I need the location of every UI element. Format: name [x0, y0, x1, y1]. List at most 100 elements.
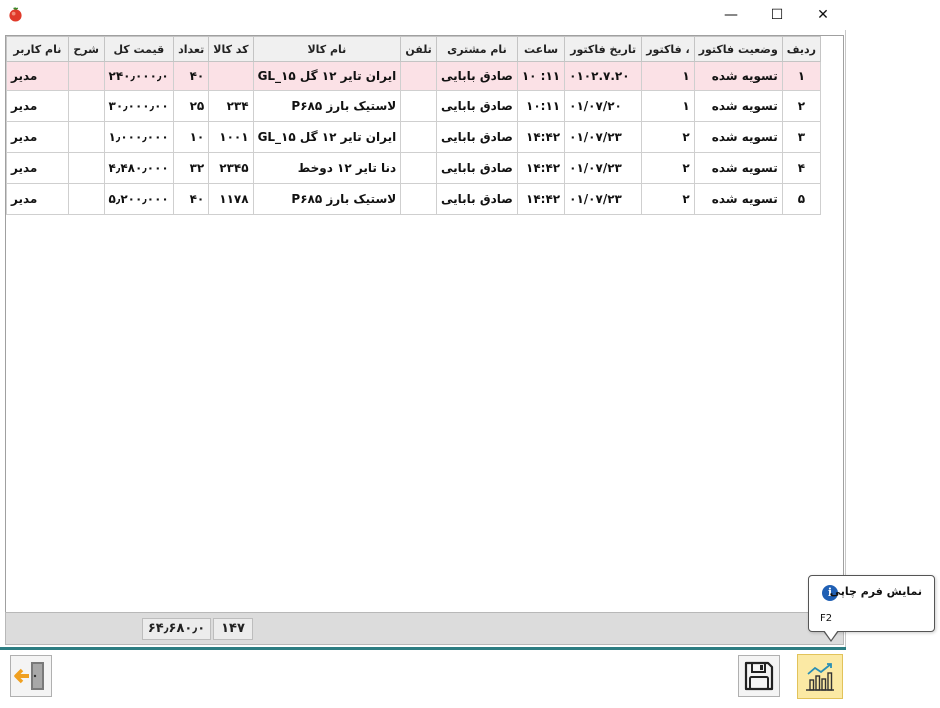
cell-user: مدیر	[6, 183, 69, 215]
quantity-total: ۱۴۷	[213, 618, 253, 640]
header-date[interactable]: تاریخ فاکتور	[564, 36, 643, 62]
cell-status: تسویه شده	[693, 121, 783, 153]
header-description[interactable]: شرح	[67, 36, 105, 62]
cell-row-number: ۳	[781, 121, 822, 153]
table-row[interactable]: ۳ تسویه شده ۲ ۰۱/۰۷/۲۳ ۱۴:۴۲ صادق بابایی…	[6, 121, 822, 153]
table-row[interactable]: ۵ تسویه شده ۲ ۰۱/۰۷/۲۳ ۱۴:۴۲ صادق بابایی…	[6, 183, 822, 215]
cell-total-price: ۵٫۲۰۰٫۰۰۰	[103, 183, 175, 215]
cell-invoice-number: ۲	[641, 152, 695, 184]
tooltip-shortcut: F2	[820, 613, 833, 624]
title-bar: — ☐ ✕	[0, 0, 846, 30]
cell-row-number: ۵	[781, 183, 822, 215]
cell-user: مدیر	[6, 90, 69, 122]
cell-status: تسویه شده	[693, 90, 783, 122]
header-quantity[interactable]: تعداد	[173, 36, 210, 62]
cell-phone	[400, 121, 437, 153]
cell-product-code	[208, 61, 254, 91]
cell-status: تسویه شده	[693, 152, 783, 184]
tooltip-arrow-fill	[824, 630, 838, 640]
print-form-button[interactable]	[797, 654, 843, 699]
cell-status: تسویه شده	[693, 183, 783, 215]
header-status[interactable]: وضعیت فاکتور	[693, 36, 783, 62]
cell-description	[67, 121, 105, 153]
cell-invoice-number: ۱	[641, 61, 695, 91]
cell-quantity: ۳۲	[173, 152, 210, 184]
header-product-code[interactable]: کد کالا	[208, 36, 254, 62]
table-row[interactable]: ۴ تسویه شده ۲ ۰۱/۰۷/۲۳ ۱۴:۴۲ صادق بابایی…	[6, 152, 822, 184]
cell-product: دنا تایر ۱۲ دوخط	[252, 152, 402, 184]
cell-total-price: ۳۰٫۰۰۰٫۰۰	[103, 90, 175, 122]
header-row-number[interactable]: ردیف	[781, 36, 822, 62]
cell-status: تسویه شده	[693, 61, 783, 91]
cell-product-code: ۲۳۴۵	[208, 152, 254, 184]
close-button[interactable]: ✕	[800, 0, 846, 30]
cell-product: لاستیک بارز P۶۸۵	[252, 183, 402, 215]
table-row-selected[interactable]: ۱ تسویه شده ۱ ۰۱۰۲.۷.۲۰ ۱۱: ۱۰ صادق بابا…	[6, 61, 822, 91]
main-window: — ☐ ✕ ردیف وضعیت فاکتور ، فاکتور تاریخ ف…	[0, 0, 846, 708]
cell-product-code: ۱۱۷۸	[208, 183, 254, 215]
cell-product: لاستیک بارز P۶۸۵	[252, 90, 402, 122]
invoice-table: ردیف وضعیت فاکتور ، فاکتور تاریخ فاکتور …	[6, 36, 822, 215]
cell-date: ۰۱/۰۷/۲۰	[564, 90, 643, 122]
cell-user: مدیر	[6, 152, 69, 184]
cell-product-code: ۲۳۴	[208, 90, 254, 122]
cell-invoice-number: ۲	[641, 121, 695, 153]
cell-user: مدیر	[6, 61, 69, 91]
cell-invoice-number: ۲	[641, 183, 695, 215]
header-user[interactable]: نام کاربر	[6, 36, 69, 62]
cell-total-price: ۴٫۴۸۰٫۰۰۰	[103, 152, 175, 184]
print-form-tooltip: i نمایش فرم چاپی F2	[808, 575, 935, 642]
cell-time: ۱۴:۴۲	[516, 183, 566, 215]
cell-date: ۰۱۰۲.۷.۲۰	[564, 61, 643, 91]
cell-phone	[400, 152, 437, 184]
cell-date: ۰۱/۰۷/۲۳	[564, 152, 643, 184]
cell-quantity: ۲۵	[173, 90, 210, 122]
cell-description	[67, 61, 105, 91]
cell-date: ۰۱/۰۷/۲۳	[564, 183, 643, 215]
tomato-icon	[9, 7, 22, 22]
cell-time: ۱۰:۱۱	[516, 90, 566, 122]
cell-time: ۱۴:۴۲	[516, 152, 566, 184]
bottom-toolbar	[0, 650, 846, 708]
exit-button[interactable]	[10, 655, 52, 697]
cell-product: ایران تایر ۱۲ گل GL_۱۵	[252, 121, 402, 153]
invoice-grid[interactable]: ردیف وضعیت فاکتور ، فاکتور تاریخ فاکتور …	[5, 35, 844, 613]
grid-header: ردیف وضعیت فاکتور ، فاکتور تاریخ فاکتور …	[6, 36, 822, 62]
header-total-price[interactable]: قیمت کل	[103, 36, 175, 62]
maximize-button[interactable]: ☐	[754, 0, 800, 30]
cell-total-price: ۲۴۰٫۰۰۰٫۰	[103, 61, 175, 91]
cell-user: مدیر	[6, 121, 69, 153]
cell-quantity: ۱۰	[173, 121, 210, 153]
cell-phone	[400, 183, 437, 215]
cell-phone	[400, 90, 437, 122]
cell-time: ۱۴:۴۲	[516, 121, 566, 153]
cell-row-number: ۲	[781, 90, 822, 122]
cell-description	[67, 152, 105, 184]
header-time[interactable]: ساعت	[516, 36, 566, 62]
cell-customer: صادق بابایی	[436, 61, 518, 91]
header-phone[interactable]: تلفن	[400, 36, 437, 62]
totals-footer: ۱۴۷ ۶۴٫۶۸۰٫۰	[5, 612, 844, 645]
cell-customer: صادق بابایی	[436, 152, 518, 184]
table-row[interactable]: ۲ تسویه شده ۱ ۰۱/۰۷/۲۰ ۱۰:۱۱ صادق بابایی…	[6, 90, 822, 122]
cell-date: ۰۱/۰۷/۲۳	[564, 121, 643, 153]
header-invoice-number[interactable]: ، فاکتور	[641, 36, 695, 62]
minimize-button[interactable]: —	[708, 0, 754, 30]
cell-time: ۱۱: ۱۰	[516, 61, 566, 91]
save-button[interactable]	[738, 655, 780, 697]
cell-phone	[400, 61, 437, 91]
cell-row-number: ۴	[781, 152, 822, 184]
floppy-disk-icon	[744, 661, 774, 691]
cell-invoice-number: ۱	[641, 90, 695, 122]
header-product[interactable]: نام کالا	[252, 36, 402, 62]
cell-customer: صادق بابایی	[436, 90, 518, 122]
cell-customer: صادق بابایی	[436, 121, 518, 153]
cell-description	[67, 183, 105, 215]
cell-quantity: ۴۰	[173, 183, 210, 215]
cell-quantity: ۴۰	[173, 61, 210, 91]
exit-door-icon	[14, 662, 44, 690]
cell-product-code: ۱۰۰۱	[208, 121, 254, 153]
price-total: ۶۴٫۶۸۰٫۰	[142, 618, 211, 640]
tooltip-title: نمایش فرم چاپی	[829, 585, 922, 598]
header-customer[interactable]: نام مشتری	[436, 36, 518, 62]
